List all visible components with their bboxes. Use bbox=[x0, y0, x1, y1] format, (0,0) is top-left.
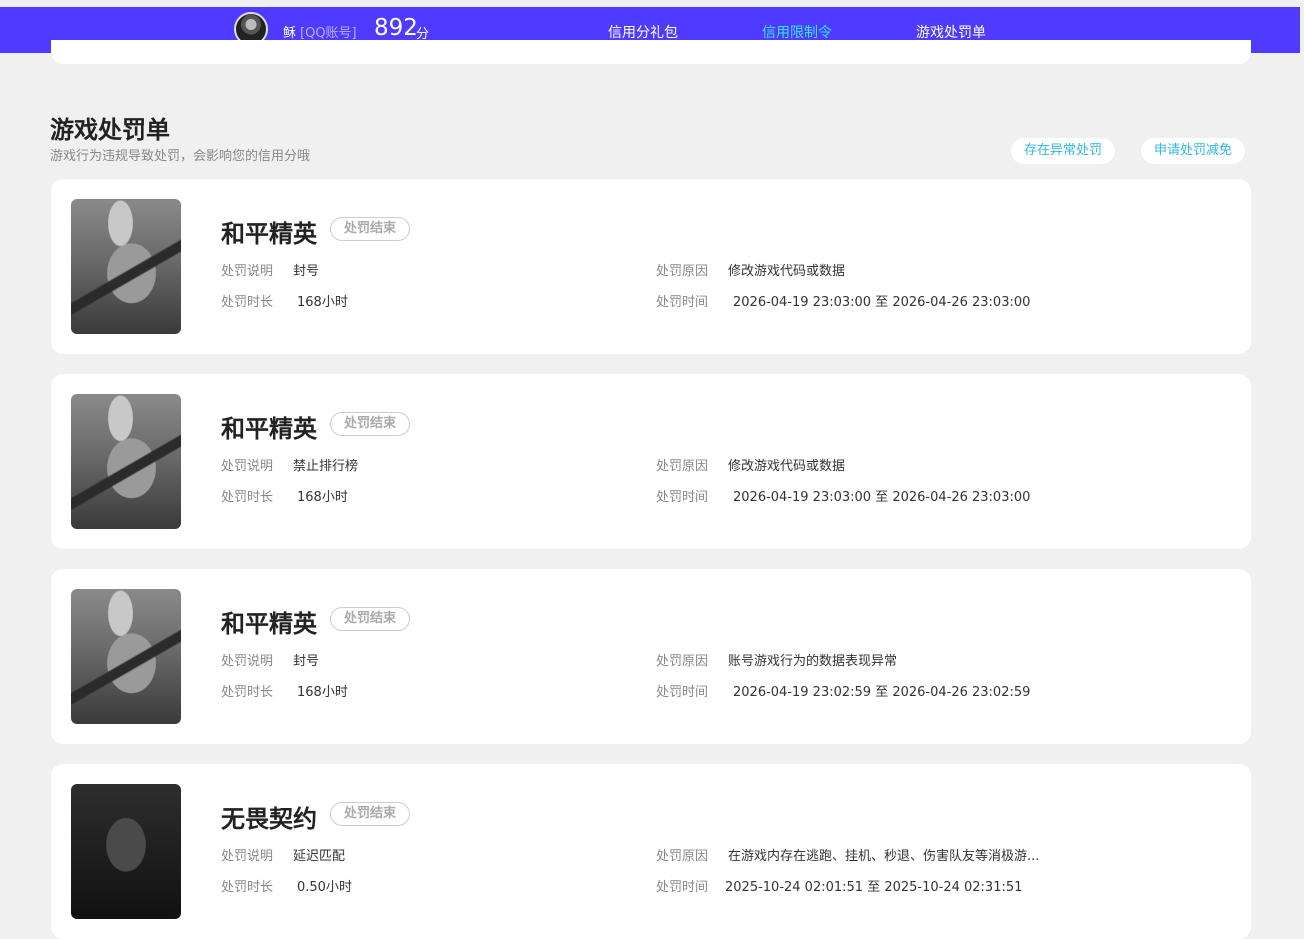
previous-section-card bbox=[51, 40, 1251, 64]
penalty-duration-value: 168小时 bbox=[297, 685, 348, 700]
game-name: 和平精英 bbox=[221, 610, 317, 638]
penalty-card[interactable]: 和平精英 处罚结束 处罚说明 封号 处罚时长 168小时 处罚原因 账号游戏行为… bbox=[51, 569, 1251, 744]
penalty-time-label: 处罚时间 bbox=[656, 880, 709, 895]
penalty-duration-value: 168小时 bbox=[297, 295, 348, 310]
penalty-reason-value: 修改游戏代码或数据 bbox=[728, 264, 846, 279]
abnormal-penalty-button[interactable]: 存在异常处罚 bbox=[1011, 138, 1116, 164]
game-name: 和平精英 bbox=[221, 415, 317, 443]
nav-tab-game-penalty[interactable]: 游戏处罚单 bbox=[916, 22, 986, 42]
section-title: 游戏处罚单 bbox=[50, 116, 170, 144]
penalty-reason-label: 处罚原因 bbox=[656, 849, 709, 864]
penalty-desc-label: 处罚说明 bbox=[221, 654, 274, 669]
peacekeeper-elite-cover-icon bbox=[71, 199, 181, 334]
penalty-time-value: 2026-04-19 23:03:00 至 2026-04-26 23:03:0… bbox=[733, 490, 1031, 505]
penalty-desc-value: 延迟匹配 bbox=[293, 849, 346, 864]
penalty-reason-value: 修改游戏代码或数据 bbox=[728, 459, 846, 474]
nav-tab-credit-gift[interactable]: 信用分礼包 bbox=[608, 22, 678, 42]
penalty-duration-value: 0.50小时 bbox=[297, 880, 352, 895]
game-name: 无畏契约 bbox=[221, 805, 317, 833]
penalty-time-label: 处罚时间 bbox=[656, 490, 709, 505]
penalty-duration-label: 处罚时长 bbox=[221, 490, 274, 505]
penalty-desc-value: 禁止排行榜 bbox=[293, 459, 359, 474]
status-badge: 处罚结束 bbox=[330, 217, 411, 241]
penalty-duration-value: 168小时 bbox=[297, 490, 348, 505]
peacekeeper-elite-cover-icon bbox=[71, 394, 181, 529]
status-badge: 处罚结束 bbox=[330, 607, 411, 631]
penalty-reason-label: 处罚原因 bbox=[656, 459, 709, 474]
penalty-desc-label: 处罚说明 bbox=[221, 264, 274, 279]
penalty-desc-label: 处罚说明 bbox=[221, 849, 274, 864]
penalty-time-label: 处罚时间 bbox=[656, 295, 709, 310]
penalty-desc-label: 处罚说明 bbox=[221, 459, 274, 474]
section-subtitle: 游戏行为违规导致处罚，会影响您的信用分哦 bbox=[50, 149, 311, 164]
penalty-reason-label: 处罚原因 bbox=[656, 264, 709, 279]
penalty-card[interactable]: 无畏契约 处罚结束 处罚说明 延迟匹配 处罚时长 0.50小时 处罚原因 在游戏… bbox=[51, 764, 1251, 939]
account-type: [QQ账号] bbox=[300, 26, 357, 41]
penalty-duration-label: 处罚时长 bbox=[221, 295, 274, 310]
status-badge: 处罚结束 bbox=[330, 412, 411, 436]
credit-score: 892 bbox=[374, 15, 418, 41]
penalty-time-value: 2025-10-24 02:01:51 至 2025-10-24 02:31:5… bbox=[725, 880, 1023, 895]
penalty-card[interactable]: 和平精英 处罚结束 处罚说明 封号 处罚时长 168小时 处罚原因 修改游戏代码… bbox=[51, 179, 1251, 354]
apply-penalty-reduction-button[interactable]: 申请处罚减免 bbox=[1141, 138, 1246, 164]
penalty-duration-label: 处罚时长 bbox=[221, 880, 274, 895]
penalty-time-value: 2026-04-19 23:03:00 至 2026-04-26 23:03:0… bbox=[733, 295, 1031, 310]
penalty-duration-label: 处罚时长 bbox=[221, 685, 274, 700]
penalty-time-label: 处罚时间 bbox=[656, 685, 709, 700]
username: 稣 bbox=[283, 26, 297, 41]
valorant-cover-icon bbox=[71, 784, 181, 919]
penalty-card[interactable]: 和平精英 处罚结束 处罚说明 禁止排行榜 处罚时长 168小时 处罚原因 修改游… bbox=[51, 374, 1251, 549]
peacekeeper-elite-cover-icon bbox=[71, 589, 181, 724]
nav-tab-credit-restriction[interactable]: 信用限制令 bbox=[762, 22, 832, 42]
penalty-reason-value: 在游戏内存在逃跑、挂机、秒退、伤害队友等消极游... bbox=[728, 849, 1040, 864]
game-name: 和平精英 bbox=[221, 220, 317, 248]
status-badge: 处罚结束 bbox=[330, 802, 411, 826]
penalty-reason-value: 账号游戏行为的数据表现异常 bbox=[728, 654, 898, 669]
penalty-reason-label: 处罚原因 bbox=[656, 654, 709, 669]
user-info: 稣 [QQ账号] bbox=[283, 22, 357, 41]
penalty-time-value: 2026-04-19 23:02:59 至 2026-04-26 23:02:5… bbox=[733, 685, 1031, 700]
penalty-desc-value: 封号 bbox=[293, 264, 320, 279]
penalty-desc-value: 封号 bbox=[293, 654, 320, 669]
